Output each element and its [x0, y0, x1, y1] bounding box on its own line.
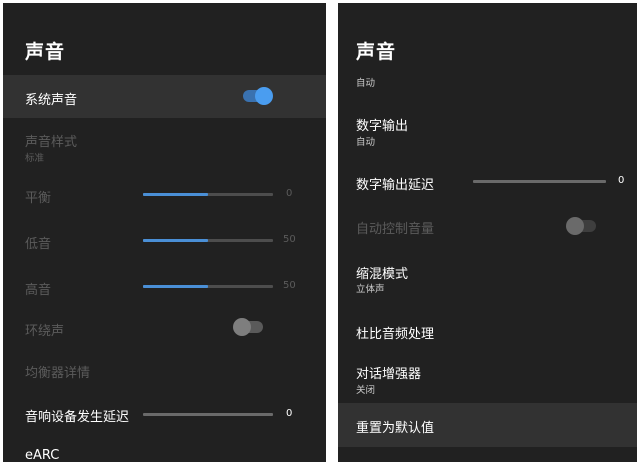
page-title: 声音 — [25, 41, 66, 63]
balance-slider-fill — [143, 193, 208, 196]
sound-settings-panel-left: 声音 系统声音 声音样式 标准 平衡 0 低音 50 高音 50 环绕声 均衡器… — [3, 3, 326, 462]
dolby-row[interactable]: 杜比音频处理 — [338, 310, 637, 350]
eq-details-row[interactable]: 均衡器详情 — [3, 350, 326, 390]
digital-output-row[interactable]: 数字输出 自动 — [338, 103, 637, 155]
reset-defaults-label: 重置为默认值 — [356, 421, 435, 436]
toggle-knob — [255, 87, 273, 105]
earc-label: eARC — [25, 448, 60, 462]
digital-output-delay-slider[interactable] — [473, 180, 606, 183]
balance-slider[interactable] — [143, 193, 273, 196]
sound-style-row[interactable]: 声音样式 标准 — [3, 121, 326, 169]
toggle-knob — [566, 217, 584, 235]
downmix-row[interactable]: 缩混模式 立体声 — [338, 253, 637, 305]
page-title: 声音 — [356, 41, 397, 63]
auto-volume-label: 自动控制音量 — [356, 222, 435, 237]
earc-row[interactable]: eARC — [3, 440, 326, 462]
dialogue-enhancer-row[interactable]: 对话增强器 关闭 — [338, 353, 637, 405]
dialogue-enhancer-value: 关闭 — [356, 385, 376, 396]
surround-row[interactable]: 环绕声 — [3, 307, 326, 347]
speaker-delay-label: 音响设备发生延迟 — [25, 410, 130, 425]
surround-label: 环绕声 — [25, 324, 65, 339]
bass-slider[interactable] — [143, 239, 273, 242]
previous-item-value: 自动 — [356, 78, 376, 89]
downmix-label: 缩混模式 — [356, 267, 409, 282]
balance-value: 0 — [286, 188, 293, 199]
sound-style-label: 声音样式 — [25, 135, 78, 150]
balance-label: 平衡 — [25, 191, 52, 206]
digital-output-value: 自动 — [356, 137, 376, 148]
auto-volume-row[interactable]: 自动控制音量 — [338, 206, 637, 246]
treble-value: 50 — [283, 280, 296, 291]
system-sound-label: 系统声音 — [25, 93, 78, 108]
digital-output-delay-value: 0 — [618, 175, 625, 186]
digital-output-delay-row[interactable]: 数字输出延迟 0 — [338, 161, 637, 201]
sound-style-value: 标准 — [25, 153, 45, 164]
reset-defaults-row[interactable]: 重置为默认值 — [338, 403, 637, 447]
sound-settings-panel-right: 声音 自动 数字输出 自动 数字输出延迟 0 自动控制音量 缩混模式 立体声 杜… — [338, 3, 637, 462]
system-sound-row[interactable]: 系统声音 — [3, 75, 326, 118]
treble-row[interactable]: 高音 50 — [3, 265, 326, 307]
speaker-delay-slider[interactable] — [143, 413, 273, 416]
eq-details-label: 均衡器详情 — [25, 366, 91, 381]
dolby-label: 杜比音频处理 — [356, 327, 435, 342]
dialogue-enhancer-label: 对话增强器 — [356, 367, 422, 382]
treble-label: 高音 — [25, 283, 52, 298]
bass-row[interactable]: 低音 50 — [3, 219, 326, 261]
bass-value: 50 — [283, 234, 296, 245]
digital-output-delay-label: 数字输出延迟 — [356, 178, 435, 193]
speaker-delay-value: 0 — [286, 408, 293, 419]
treble-slider[interactable] — [143, 285, 273, 288]
downmix-value: 立体声 — [356, 284, 385, 295]
speaker-delay-row[interactable]: 音响设备发生延迟 0 — [3, 393, 326, 435]
toggle-knob — [233, 318, 251, 336]
digital-output-label: 数字输出 — [356, 119, 409, 134]
bass-label: 低音 — [25, 237, 52, 252]
bass-slider-fill — [143, 239, 208, 242]
balance-row[interactable]: 平衡 0 — [3, 173, 326, 215]
treble-slider-fill — [143, 285, 208, 288]
